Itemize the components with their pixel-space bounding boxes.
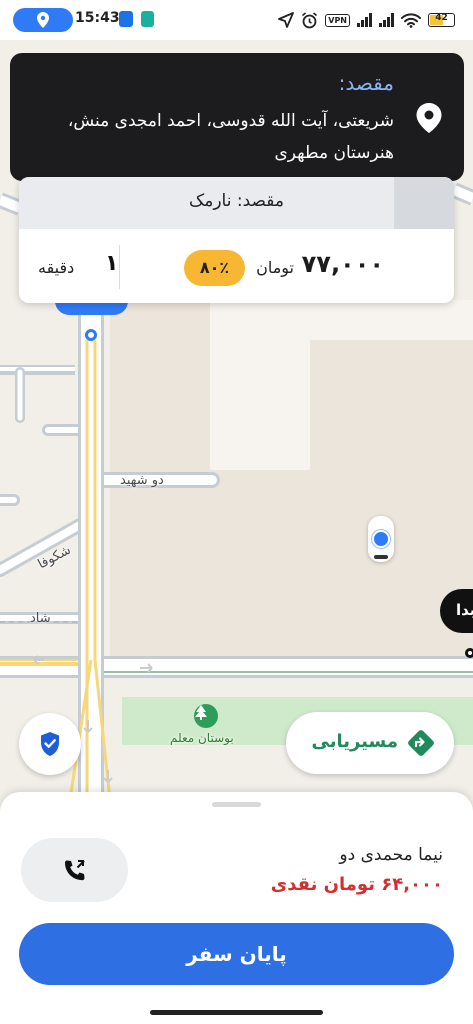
cash-payment: ۶۴,۰۰۰ تومان نقدی xyxy=(270,874,443,895)
vpn-badge: VPN xyxy=(325,13,350,27)
park-label[interactable]: بوستان معلم xyxy=(170,731,234,745)
current-location-dot xyxy=(372,530,390,548)
navigation-icon xyxy=(278,12,295,28)
discount-badge: ۸۰٪ xyxy=(184,250,245,286)
battery-icon: 42 xyxy=(428,13,455,27)
fare-price: ۷۷,۰۰۰ xyxy=(301,250,384,278)
location-pill[interactable] xyxy=(13,8,73,32)
status-bar: 15:43 VPN 42 xyxy=(0,0,473,40)
phone-call-icon xyxy=(64,860,85,881)
safety-button[interactable] xyxy=(19,713,81,775)
directions-icon xyxy=(408,730,434,756)
end-trip-button[interactable]: پایان سفر xyxy=(19,923,454,985)
battery-level: 42 xyxy=(435,13,448,23)
status-icons: VPN 42 xyxy=(278,10,455,30)
eta-value: ۱ xyxy=(105,251,119,276)
passenger-name: نیما محمدی دو xyxy=(339,845,443,865)
home-indicator[interactable] xyxy=(150,1010,323,1015)
route-node xyxy=(85,329,97,341)
app-notification-icon xyxy=(119,11,133,27)
destination-address: شریعتی، آیت الله قدوسی، احمد امجدی منش، … xyxy=(67,111,394,163)
urban-block-light xyxy=(260,300,473,340)
direction-arrow-icon xyxy=(103,770,113,783)
location-pin-icon xyxy=(37,12,49,28)
routing-button[interactable]: مسیریابی xyxy=(286,712,454,774)
destination-header[interactable]: مقصد: شریعتی، آیت الله قدوسی، احمد امجدی… xyxy=(10,53,464,181)
fare-card: مقصد: نارمک ۷۷,۰۰۰ تومان ۸۰٪ ۱ دقیقه xyxy=(19,177,454,303)
sheet-grabber[interactable] xyxy=(212,802,261,807)
routing-label: مسیریابی xyxy=(311,731,399,752)
shield-check-icon xyxy=(41,732,59,756)
fare-destination: مقصد: نارمک xyxy=(189,191,284,211)
driver-location-marker xyxy=(368,516,394,562)
origin-point xyxy=(465,648,473,658)
fare-currency: تومان xyxy=(256,258,294,277)
call-button[interactable] xyxy=(21,838,128,902)
eta-unit: دقیقه xyxy=(38,258,75,277)
park-tree-icon[interactable] xyxy=(194,704,218,728)
location-pin-icon xyxy=(416,103,442,133)
street-label-shad: شاد xyxy=(30,611,51,626)
alarm-icon xyxy=(302,11,318,28)
signal-icon xyxy=(379,13,394,27)
fare-divider xyxy=(119,245,120,289)
android-icon xyxy=(141,11,154,27)
wifi-icon xyxy=(401,12,421,28)
destination-title: مقصد: xyxy=(338,71,394,95)
car-base xyxy=(374,555,388,559)
status-time: 15:43 xyxy=(75,10,120,26)
bottom-sheet[interactable] xyxy=(0,792,473,1024)
street-label-do-shahid: دو شهید xyxy=(120,473,164,488)
signal-icon xyxy=(357,13,372,27)
